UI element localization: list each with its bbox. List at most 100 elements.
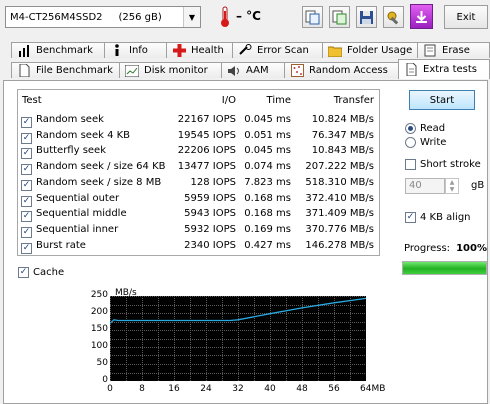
- short-stroke-input[interactable]: 40: [405, 178, 445, 194]
- start-button[interactable]: Start: [409, 90, 475, 110]
- transfer-chart: [109, 296, 367, 382]
- progress-label: Progress:: [404, 243, 451, 254]
- tab-error-scan[interactable]: Error Scan: [232, 42, 323, 58]
- tools-icon: [387, 11, 399, 25]
- y-tick-label: 250: [90, 290, 108, 300]
- options-button[interactable]: [383, 6, 404, 28]
- io-value: 22206 IOPS: [177, 145, 236, 157]
- time-value: 0.051 ms: [244, 129, 291, 141]
- drive-select[interactable]: M4-CT256M4SSD2 (256 gB) ▼: [5, 6, 201, 28]
- time-value: 0.427 ms: [244, 239, 291, 251]
- tab-label: Error Scan: [257, 45, 309, 56]
- tab-random-access[interactable]: Random Access: [284, 62, 399, 78]
- download-arrow-icon: [416, 11, 427, 23]
- read-label: Read: [420, 123, 446, 134]
- temperature-readout: – °C: [236, 9, 261, 23]
- transfer-value: 10.824 MB/s: [311, 114, 374, 125]
- cache-label: Cache: [33, 267, 65, 278]
- download-button[interactable]: [410, 4, 433, 29]
- read-radio[interactable]: Read: [405, 123, 445, 134]
- row-checkbox[interactable]: ✓: [21, 117, 32, 128]
- transfer-value: 370.776 MB/s: [305, 223, 374, 235]
- short-stroke-spinner[interactable]: ▲ ▼: [445, 178, 459, 194]
- transfer-value: 10.843 MB/s: [311, 145, 374, 157]
- table-row: ✓ Sequential outer 5959 IOPS 0.168 ms 372.41…: [18, 191, 379, 207]
- tab-label: File Benchmark: [36, 65, 113, 76]
- row-checkbox[interactable]: ✓: [21, 164, 32, 176]
- tab-benchmark[interactable]: Benchmark: [11, 42, 105, 58]
- tab-label: Erase: [442, 45, 470, 56]
- x-tick-label: 40: [264, 384, 276, 394]
- progress-value: 100%: [456, 243, 487, 254]
- io-value: 128 IOPS: [190, 176, 236, 188]
- tab-disk-monitor[interactable]: Disk monitor: [119, 62, 222, 78]
- speaker-icon: [227, 64, 241, 77]
- folder-icon: [328, 44, 342, 57]
- floppy-disk-icon: [360, 10, 373, 24]
- tab-folder-usage[interactable]: Folder Usage: [322, 42, 418, 58]
- tab-file-benchmark[interactable]: File Benchmark: [11, 62, 120, 78]
- info-icon: [110, 44, 124, 57]
- copy-icon: [305, 10, 320, 24]
- table-row: ✓ Random seek / size 64 KB 13477 IOPS 0.074…: [18, 159, 379, 176]
- time-value: 7.823 ms: [244, 176, 291, 188]
- table-row: ✓ Random seek 4 KB 19545 IOPS 0.051 ms 76.34…: [18, 128, 379, 144]
- tab-label: Disk monitor: [144, 65, 208, 76]
- table-row: ✓ Butterfly seek 22206 IOPS 0.045 ms 10.843 …: [18, 143, 379, 160]
- transfer-value: 372.410 MB/s: [305, 192, 374, 204]
- tab-info[interactable]: Info: [104, 42, 167, 58]
- chevron-down-icon[interactable]: ▼: [183, 7, 200, 27]
- row-checkbox[interactable]: ✓: [21, 179, 32, 191]
- time-value: 0.169 ms: [244, 223, 291, 235]
- save-button[interactable]: [356, 6, 377, 28]
- test-name: Random seek / size 8 MB: [36, 176, 162, 188]
- table-row: ✓ Sequential inner 5932 IOPS 0.169 ms 370.77…: [18, 222, 379, 238]
- test-name: Random seek / size 64 KB: [36, 161, 166, 173]
- transfer-value: 76.347 MB/s: [311, 129, 374, 141]
- x-tick-label: 0: [107, 384, 113, 394]
- progress-bar-fill: [403, 262, 486, 274]
- y-tick-label: 200: [90, 307, 108, 317]
- write-radio[interactable]: Write: [405, 137, 446, 148]
- io-value: 19545 IOPS: [177, 129, 236, 141]
- error-scan-icon: [238, 44, 252, 57]
- copy-screen-button[interactable]: [329, 6, 350, 28]
- row-checkbox[interactable]: ✓: [21, 195, 32, 207]
- thermometer-icon: [218, 5, 232, 29]
- io-value: 5932 IOPS: [184, 223, 236, 235]
- y-tick-label: 150: [90, 324, 108, 334]
- exit-button[interactable]: Exit: [444, 5, 488, 29]
- tab-erase[interactable]: Erase: [417, 42, 490, 58]
- radio-selected-icon: [405, 123, 416, 134]
- x-tick-label: 8: [139, 384, 145, 394]
- row-checkbox[interactable]: ✓: [21, 211, 32, 223]
- tab-label: Info: [129, 45, 148, 56]
- copy-text-button[interactable]: [302, 6, 323, 28]
- write-label: Write: [420, 137, 447, 148]
- table-row: ✓ Sequential middle 5943 IOPS 0.168 ms 371.4…: [18, 206, 379, 223]
- y-tick-label: 50: [96, 358, 108, 368]
- erase-icon: [423, 44, 437, 57]
- row-checkbox[interactable]: ✓: [21, 132, 32, 144]
- x-tick-label: 32: [232, 384, 244, 394]
- row-checkbox[interactable]: ✓: [21, 242, 32, 254]
- cache-checkbox[interactable]: ✓ Cache: [18, 267, 64, 278]
- row-checkbox[interactable]: ✓: [21, 226, 32, 238]
- spin-up-icon[interactable]: ▲: [450, 179, 455, 186]
- x-tick-label: 48: [296, 384, 308, 394]
- transfer-value: 207.222 MB/s: [305, 161, 374, 173]
- short-stroke-checkbox[interactable]: Short stroke: [405, 159, 481, 170]
- x-tick-label: 24: [200, 384, 212, 394]
- tab-health[interactable]: Health: [166, 42, 233, 58]
- test-name: Butterfly seek: [36, 145, 107, 157]
- tab-label: AAM: [246, 65, 269, 76]
- spin-down-icon[interactable]: ▼: [450, 186, 455, 193]
- io-value: 5943 IOPS: [184, 208, 236, 220]
- row-checkbox[interactable]: ✓: [21, 148, 32, 160]
- test-name: Sequential inner: [36, 223, 119, 235]
- drive-select-label: M4-CT256M4SSD2 (256 gB): [10, 11, 162, 23]
- align-checkbox[interactable]: ✓ 4 KB align: [405, 212, 471, 223]
- tab-aam[interactable]: AAM: [221, 62, 285, 78]
- tab-extra-tests[interactable]: Extra tests: [398, 59, 490, 79]
- test-name: Sequential middle: [36, 208, 127, 220]
